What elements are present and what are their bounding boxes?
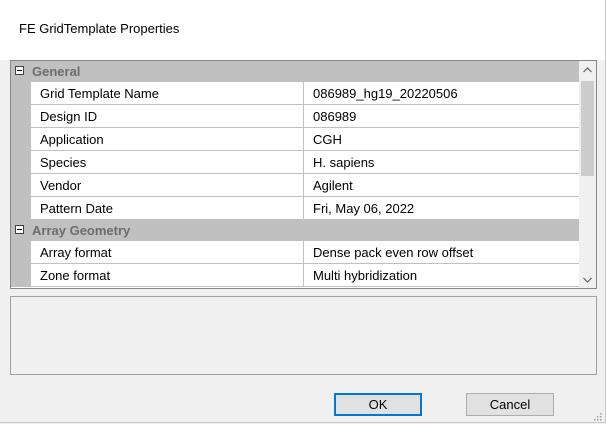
scrollbar-thumb[interactable] <box>581 81 594 176</box>
chevron-up-icon[interactable] <box>579 61 596 78</box>
minus-box-icon[interactable] <box>15 66 24 75</box>
property-value[interactable]: Fri, May 06, 2022 <box>304 197 581 220</box>
property-row[interactable]: Design ID 086989 <box>11 105 581 128</box>
property-row[interactable]: Application CGH <box>11 128 581 151</box>
property-row[interactable]: Zone format Multi hybridization <box>11 264 581 287</box>
property-row[interactable]: Array format Dense pack even row offset <box>11 241 581 264</box>
property-row[interactable]: Vendor Agilent <box>11 174 581 197</box>
category-array-geometry[interactable]: Array Geometry <box>11 220 581 241</box>
category-label: General <box>32 64 81 79</box>
property-value[interactable]: Multi hybridization <box>304 264 581 287</box>
category-label: Array Geometry <box>32 223 131 238</box>
description-panel <box>10 296 597 375</box>
resize-grip-icon[interactable] <box>592 409 602 421</box>
property-name: Species <box>31 151 304 174</box>
property-grid[interactable]: General Grid Template Name 086989_hg19_2… <box>10 60 597 289</box>
property-name: Pattern Date <box>31 197 304 220</box>
property-value[interactable]: Dense pack even row offset <box>304 241 581 264</box>
property-name: Grid Template Name <box>31 82 304 105</box>
property-row[interactable]: Species H. sapiens <box>11 151 581 174</box>
minus-box-icon[interactable] <box>15 225 24 234</box>
property-row[interactable]: Pattern Date Fri, May 06, 2022 <box>11 197 581 220</box>
category-general[interactable]: General <box>11 61 581 82</box>
property-name: Application <box>31 128 304 151</box>
cancel-button[interactable]: Cancel <box>466 393 554 416</box>
dialog-window: FE GridTemplate Properties General Grid … <box>0 0 606 423</box>
title-bar: FE GridTemplate Properties <box>0 0 605 60</box>
property-name: Array format <box>31 241 304 264</box>
dialog-title: FE GridTemplate Properties <box>19 21 180 36</box>
property-value[interactable]: CGH <box>304 128 581 151</box>
property-value[interactable]: 086989 <box>304 105 581 128</box>
property-name: Vendor <box>31 174 304 197</box>
vertical-scrollbar[interactable] <box>579 61 596 288</box>
property-value[interactable]: Agilent <box>304 174 581 197</box>
property-value[interactable]: 086989_hg19_20220506 <box>304 82 581 105</box>
property-value[interactable]: H. sapiens <box>304 151 581 174</box>
property-name: Zone format <box>31 264 304 287</box>
property-rows: General Grid Template Name 086989_hg19_2… <box>11 61 581 287</box>
chevron-down-icon[interactable] <box>579 271 596 288</box>
ok-button[interactable]: OK <box>334 393 422 416</box>
property-name: Design ID <box>31 105 304 128</box>
property-row[interactable]: Grid Template Name 086989_hg19_20220506 <box>11 82 581 105</box>
